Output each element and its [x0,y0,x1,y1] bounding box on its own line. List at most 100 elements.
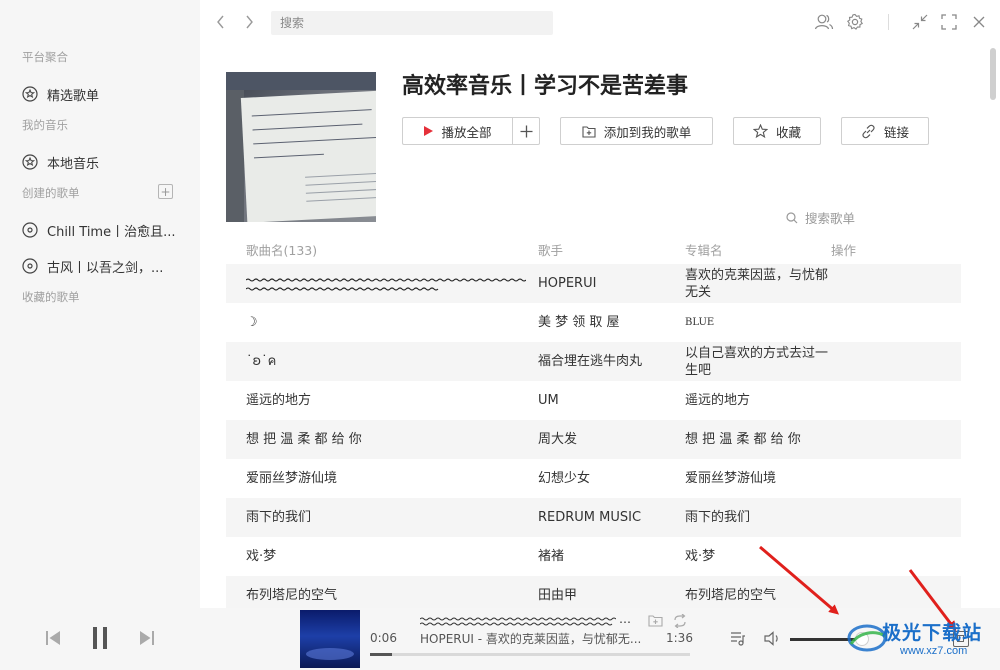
add-to-my-playlist-button[interactable]: 添加到我的歌单 [560,117,713,145]
search-songs-placeholder: 搜索歌单 [805,211,856,226]
mini-mode-button[interactable] [910,12,930,32]
song-artist[interactable]: 周大发 [538,420,678,459]
star-circle-icon [22,86,38,102]
sidebar-item-local-music[interactable]: 本地音乐 [22,149,187,175]
song-artist[interactable]: 幻想少女 [538,459,678,498]
toolbar-divider [888,14,889,30]
table-row[interactable]: 爱丽丝梦游仙境 幻想少女 爱丽丝梦游仙境 [226,459,961,498]
folder-plus-icon [582,125,596,138]
add-playlist-button[interactable]: + [158,184,173,199]
wave-text-title [420,617,616,626]
next-button[interactable] [138,627,156,649]
progress-fill [370,653,393,656]
song-album[interactable]: 遥远的地方 [685,381,830,420]
disc-icon [22,222,38,238]
collect-label: 收藏 [775,124,801,140]
header-artist[interactable]: 歌手 [538,240,563,259]
user-button[interactable] [814,12,834,32]
play-all-label: 播放全部 [441,124,492,140]
forward-button[interactable] [240,12,258,32]
table-row[interactable]: 遥远的地方 UM 遥远的地方 [226,381,961,420]
song-title: ˙ʚ˙ค [246,354,277,369]
section-created: 创建的歌单 [22,186,80,200]
watermark-url: www.xz7.com [900,645,968,657]
song-table-header: 歌曲名(133) 歌手 专辑名 操作 [226,236,961,262]
play-all-button[interactable]: 播放全部 [402,117,513,145]
collect-button[interactable]: 收藏 [733,117,821,145]
playlist-cover [226,72,376,222]
add-to-queue-button[interactable] [512,117,540,145]
folder-plus-icon [648,615,663,627]
loop-button[interactable] [672,613,688,632]
back-button[interactable] [212,12,230,32]
song-album[interactable]: 爱丽丝梦游仙境 [685,459,830,498]
playlist-queue-button[interactable] [730,631,746,650]
volume-icon [764,631,778,646]
sidebar-item-label: 本地音乐 [47,156,100,172]
song-album[interactable]: 戏·梦 [685,537,830,576]
fullscreen-icon [941,14,957,30]
search-icon [786,211,798,224]
previous-button[interactable] [44,627,62,649]
user-icon [814,14,834,30]
song-album[interactable]: 想 把 温 柔 都 给 你 [685,420,830,459]
add-to-my-playlist-label: 添加到我的歌单 [603,124,692,140]
song-title: 想 把 温 柔 都 给 你 [246,432,362,447]
now-playing-cover[interactable] [300,610,360,668]
header-actions: 操作 [831,243,857,258]
skip-previous-icon [46,631,60,645]
song-artist[interactable]: HOPERUI [538,264,678,303]
title-ellipsis: … [619,612,631,626]
song-artist[interactable]: 福合埋在逃牛肉丸 [538,342,678,381]
star-circle-icon [22,154,38,170]
table-row[interactable]: 戏·梦 褚褚 戏·梦 [226,537,961,576]
table-row[interactable]: HOPERUI 喜欢的克莱因蓝，与忧郁无关 [226,264,961,303]
now-playing-track[interactable]: HOPERUI - 喜欢的克莱因蓝，与忧郁无... [420,630,642,647]
skip-next-icon [140,631,154,645]
song-artist[interactable]: UM [538,381,678,420]
sidebar-item-label: 古风丨以吾之剑，... [47,260,164,276]
song-title [246,264,536,303]
search-input[interactable] [271,11,553,35]
disc-icon [22,258,38,274]
section-collected: 收藏的歌单 [22,290,80,304]
progress-bar[interactable] [370,653,690,656]
table-row[interactable]: ˙ʚ˙ค 福合埋在逃牛肉丸 以自己喜欢的方式去过一生吧 [226,342,961,381]
sidebar-item-label: Chill Time丨治愈且... [47,224,176,240]
song-album[interactable]: 以自己喜欢的方式去过一生吧 [685,342,830,381]
add-to-playlist-mini-button[interactable] [648,614,663,631]
link-label: 链接 [883,124,909,140]
sidebar-item-playlist[interactable]: 古风丨以吾之剑，... [22,253,187,279]
link-button[interactable]: 链接 [841,117,929,145]
song-title: 爱丽丝梦游仙境 [246,471,338,486]
volume-button[interactable] [764,631,782,650]
fullscreen-button[interactable] [939,12,959,32]
song-artist[interactable]: 美 梦 领 取 屋 [538,303,678,342]
song-artist[interactable]: REDRUM MUSIC [538,498,678,537]
song-artist[interactable]: 褚褚 [538,537,678,576]
scrollbar-thumb[interactable] [990,48,996,100]
header-title[interactable]: 歌曲名(133) [246,240,317,259]
table-row[interactable]: 想 把 温 柔 都 给 你 周大发 想 把 温 柔 都 给 你 [226,420,961,459]
search-songs-input[interactable]: 搜索歌单 [786,208,855,227]
close-button[interactable] [969,12,989,32]
pause-icon [93,627,107,649]
header-album[interactable]: 专辑名 [685,240,723,259]
playlist-title: 高效率音乐丨学习不是苦差事 [402,74,689,99]
sidebar-item-featured[interactable]: 精选歌单 [22,81,187,107]
watermark-text: 极光下载站 [882,622,983,644]
section-my-music: 我的音乐 [22,118,68,132]
sidebar-item-playlist[interactable]: Chill Time丨治愈且... [22,217,187,243]
current-time: 0:06 [370,631,397,645]
section-platform: 平台聚合 [22,50,68,64]
song-album[interactable]: 雨下的我们 [685,498,830,537]
pause-button[interactable] [89,625,111,651]
table-row[interactable]: ☽ 美 梦 领 取 屋 BLUE [226,303,961,342]
song-title: 遥远的地方 [246,393,312,408]
song-album[interactable]: 喜欢的克莱因蓝，与忧郁无关 [685,264,830,303]
settings-button[interactable] [845,12,865,32]
table-row[interactable]: 雨下的我们 REDRUM MUSIC 雨下的我们 [226,498,961,537]
song-album[interactable]: BLUE [685,303,830,342]
song-title: ☽ [246,315,258,330]
wave-text-title [246,277,526,291]
